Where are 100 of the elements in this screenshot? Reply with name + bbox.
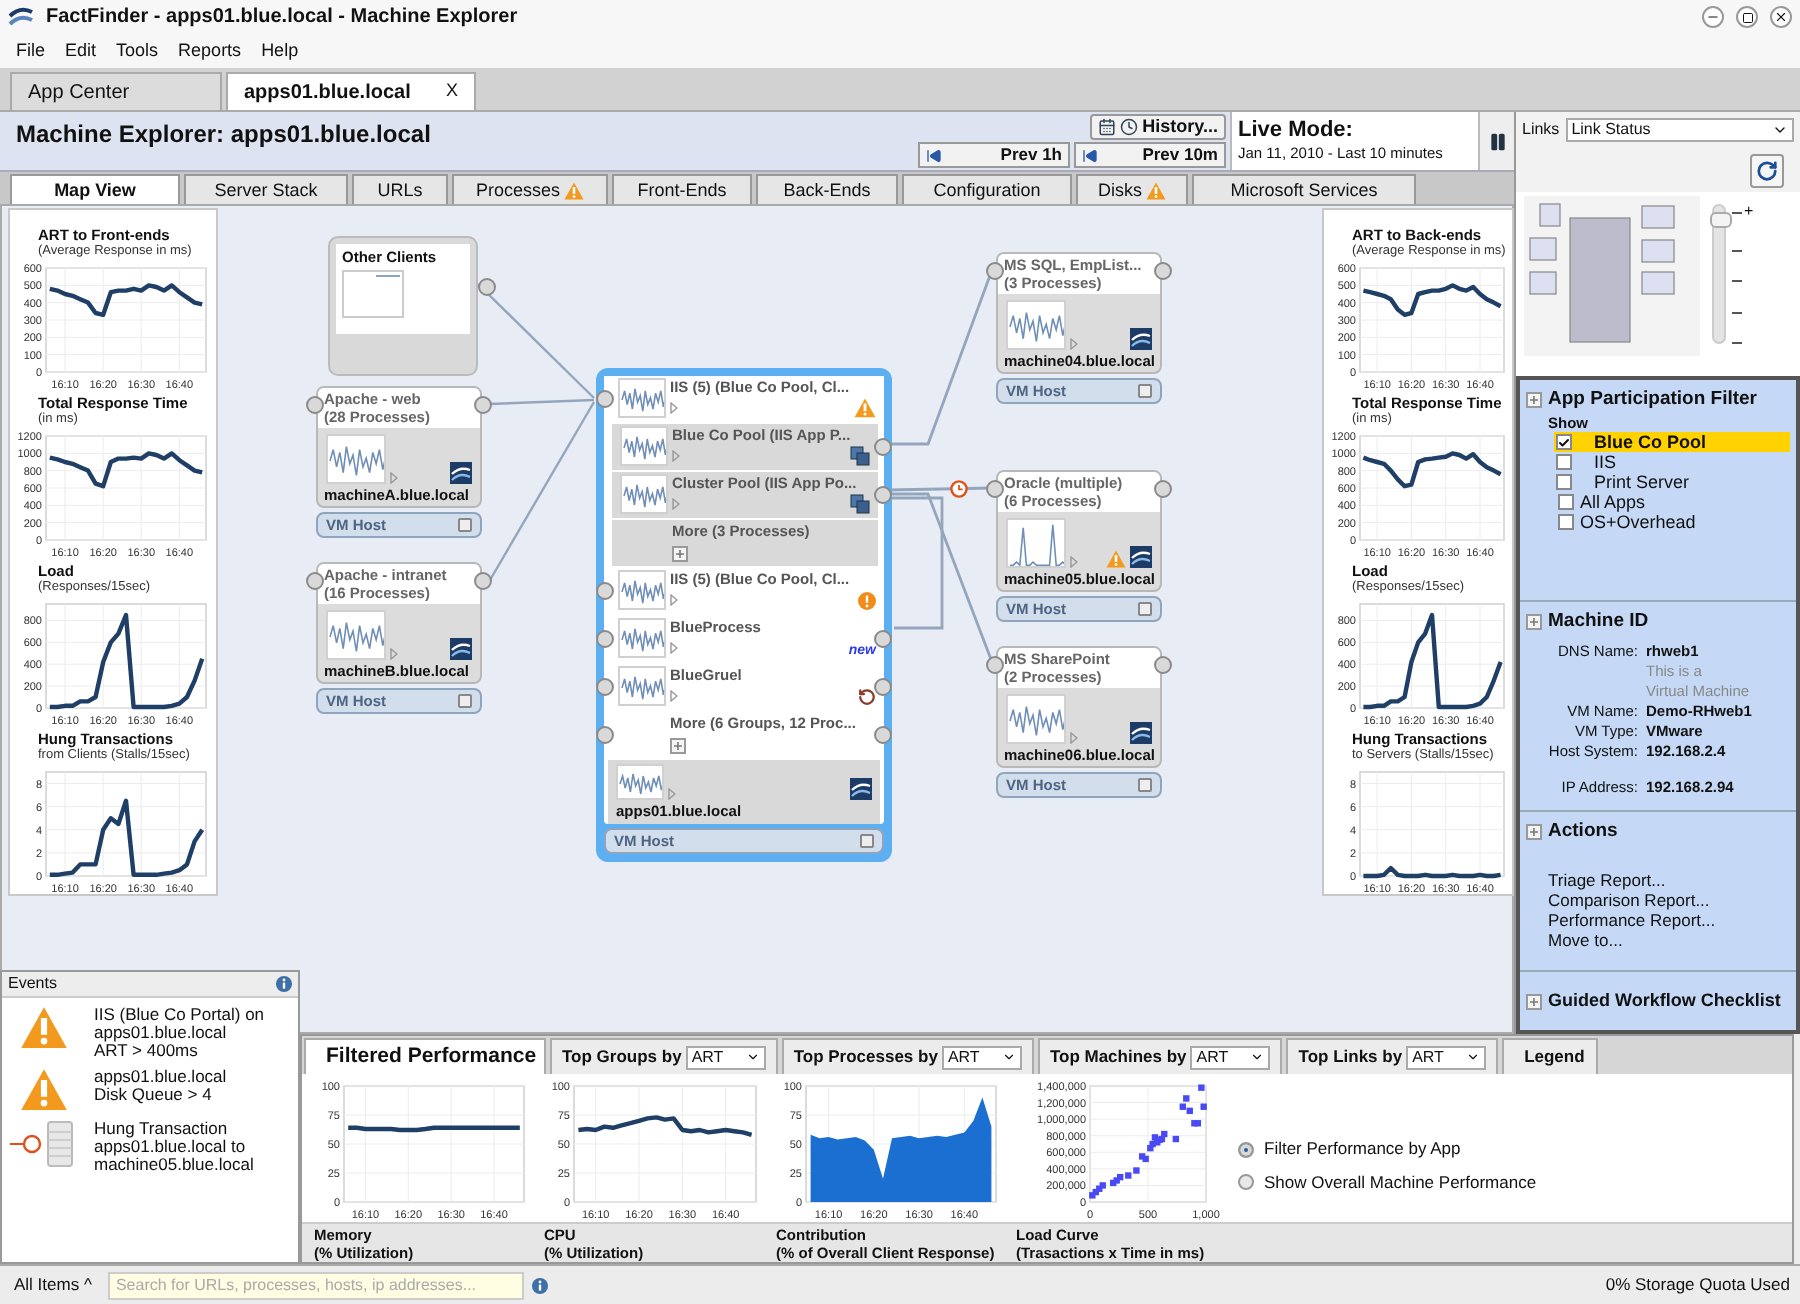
dropdown-icon	[1001, 1050, 1016, 1064]
performance-tab[interactable]: Legend	[1502, 1038, 1599, 1074]
mini-chart-drawing	[342, 270, 404, 318]
panel-title: Events	[8, 972, 57, 996]
close-button[interactable]	[1770, 6, 1792, 28]
collapse-button[interactable]	[458, 518, 472, 532]
host-logo-icon	[1130, 328, 1152, 350]
radio-label: Filter Performance by App	[1264, 1136, 1461, 1162]
scope-button[interactable]: All Items ^	[6, 1272, 100, 1298]
sort-select[interactable]: ART	[1190, 1045, 1271, 1069]
collapse-button[interactable]	[458, 694, 472, 708]
check-icon	[1558, 435, 1570, 450]
prev-button[interactable]: Prev 10m	[1074, 142, 1226, 168]
section-title: App Participation Filter	[1548, 386, 1758, 414]
menu-item[interactable]: Reports	[178, 37, 242, 65]
dropdown-icon	[1772, 122, 1788, 138]
filter-item[interactable]: IIS	[1554, 452, 1790, 473]
section-title: Guided Workflow Checklist	[1548, 987, 1781, 1014]
view-tab[interactable]: Server Stack	[184, 174, 348, 204]
filter-label: OS+Overhead	[1580, 513, 1696, 532]
performance-tab[interactable]: Top Groups by ART	[550, 1038, 778, 1074]
dropdown-icon	[1250, 1050, 1265, 1064]
tab-label: Top Links by	[1298, 1044, 1403, 1070]
view-tab[interactable]: Disks	[1076, 174, 1188, 204]
window-title: FactFinder - apps01.blue.local - Machine Explorer	[46, 4, 520, 32]
document-tab[interactable]: apps01.blue.local X	[226, 72, 476, 110]
checkbox[interactable]	[1556, 474, 1572, 491]
event-item[interactable]: apps01.blue.local Disk Queue > 4	[2, 1060, 298, 1112]
performance-tab[interactable]: Top Processes by ART	[781, 1038, 1034, 1074]
sort-select[interactable]: ART	[1406, 1045, 1487, 1069]
info-icon[interactable]	[276, 976, 292, 992]
filter-label: IIS	[1594, 453, 1617, 472]
view-tab[interactable]: Front-Ends	[612, 174, 752, 204]
clock-icon	[1120, 118, 1139, 136]
zoom-slider[interactable]	[1712, 204, 1726, 344]
view-tab[interactable]: Map View	[10, 174, 180, 204]
action-link[interactable]: Comparison Report...	[1526, 890, 1790, 911]
menu-item[interactable]: Tools	[116, 37, 159, 65]
view-tab[interactable]: Processes	[452, 174, 608, 204]
checkbox[interactable]	[1558, 494, 1574, 511]
collapse-button[interactable]	[860, 834, 874, 848]
sparkline-drawing	[1006, 300, 1066, 350]
expand-icon[interactable]	[670, 738, 686, 754]
info-icon[interactable]	[531, 1277, 548, 1293]
pool-icon	[850, 494, 870, 514]
menu-item[interactable]: File	[16, 37, 46, 65]
collapse-button[interactable]	[1138, 778, 1152, 792]
pause-button[interactable]	[1478, 112, 1514, 170]
search-field[interactable]: Search for URLs, processes, hosts, ip addresses...	[107, 1271, 524, 1299]
checkbox[interactable]	[1558, 514, 1574, 531]
radio-button[interactable]	[1238, 1174, 1254, 1191]
action-link[interactable]: Triage Report...	[1526, 870, 1790, 891]
action-link[interactable]: Move to...	[1526, 930, 1790, 951]
refresh-button[interactable]	[1750, 153, 1784, 187]
performance-tab[interactable]: Top Links by ART	[1286, 1038, 1499, 1074]
performance-tab[interactable]: Top Machines by ART	[1037, 1038, 1283, 1074]
performance-tab[interactable]: Filtered Performance	[304, 1038, 546, 1074]
view-tab[interactable]: URLs	[352, 174, 448, 204]
filter-item[interactable]: Print Server	[1554, 472, 1790, 493]
dropdown-icon	[1466, 1050, 1481, 1064]
pool-icon	[850, 446, 870, 466]
slider-thumb[interactable]	[1710, 212, 1732, 229]
menu-item[interactable]: Help	[261, 37, 299, 65]
checkbox[interactable]	[1556, 454, 1572, 471]
view-tab[interactable]: Configuration	[902, 174, 1072, 204]
expand-arrow-icon	[1070, 556, 1078, 568]
sort-select[interactable]: ART	[685, 1045, 766, 1069]
history-button[interactable]: History...	[1090, 114, 1226, 140]
event-item[interactable]: IIS (Blue Co Portal) on apps01.blue.local ART > 400ms	[2, 998, 298, 1060]
tab-label: App Center	[28, 79, 130, 107]
event-item[interactable]: Hung Transaction apps01.blue.local to machine05.blue.local	[2, 1111, 298, 1174]
expand-icon[interactable]	[672, 546, 688, 562]
prev-button[interactable]: Prev 1h	[918, 142, 1070, 168]
tab-close-button[interactable]: X	[445, 78, 458, 106]
maximize-button[interactable]	[1736, 6, 1758, 28]
action-link[interactable]: Performance Report...	[1526, 910, 1790, 931]
filter-label: Print Server	[1594, 473, 1690, 492]
radio-button[interactable]	[1238, 1141, 1254, 1158]
radio-label: Show Overall Machine Performance	[1264, 1170, 1537, 1196]
expand-icon[interactable]	[1526, 993, 1542, 1009]
host-logo-icon	[1130, 722, 1152, 744]
menu-item[interactable]: Edit	[65, 37, 97, 65]
minimize-button[interactable]	[1702, 6, 1724, 28]
section-title: Machine ID	[1548, 608, 1649, 636]
expand-icon[interactable]	[1526, 824, 1542, 841]
links-select[interactable]: Link Status	[1565, 118, 1794, 142]
checkbox[interactable]	[1556, 434, 1572, 451]
expand-icon[interactable]	[1526, 392, 1542, 409]
collapse-button[interactable]	[1138, 602, 1152, 616]
view-tab[interactable]: Back-Ends	[756, 174, 898, 204]
collapse-button[interactable]	[1138, 384, 1152, 398]
sort-select[interactable]: ART	[941, 1045, 1022, 1069]
expand-icon[interactable]	[1526, 614, 1542, 631]
view-tab[interactable]: Microsoft Services	[1192, 174, 1416, 204]
skip-back-icon	[1082, 147, 1098, 163]
filter-item[interactable]: Blue Co Pool	[1554, 432, 1790, 453]
warning-icon	[854, 398, 876, 418]
sparkline-drawing	[620, 474, 668, 514]
document-tab[interactable]: App Center	[10, 72, 222, 110]
expand-arrow-icon	[670, 402, 678, 414]
